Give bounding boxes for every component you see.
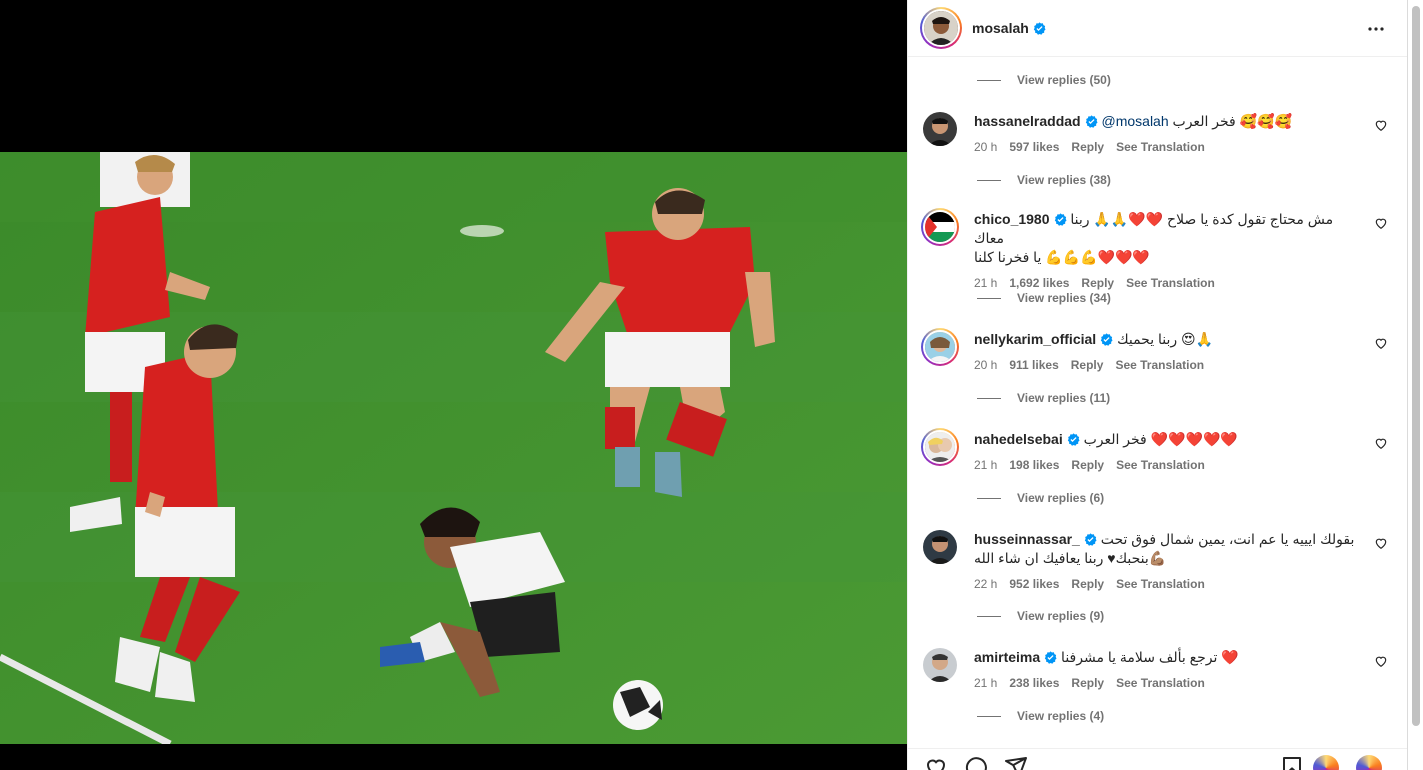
view-replies-button[interactable]: View replies (11) bbox=[977, 391, 1110, 405]
liker-avatar[interactable] bbox=[1356, 755, 1382, 770]
post-header: mosalah bbox=[908, 0, 1408, 57]
liker-avatar[interactable] bbox=[1313, 755, 1339, 770]
verified-badge-icon bbox=[1100, 333, 1113, 346]
view-replies-button[interactable]: View replies (6) bbox=[977, 491, 1104, 505]
reply-button[interactable]: Reply bbox=[1071, 456, 1104, 475]
view-replies-button[interactable]: View replies (38) bbox=[977, 173, 1111, 187]
commenter-avatar[interactable] bbox=[921, 428, 959, 466]
comment-username[interactable]: amirteima bbox=[974, 649, 1040, 665]
heart-icon[interactable] bbox=[1374, 336, 1388, 350]
heart-icon[interactable] bbox=[1374, 654, 1388, 668]
commenter-avatar[interactable] bbox=[923, 530, 957, 564]
comment-likes[interactable]: 952 likes bbox=[1009, 575, 1059, 594]
see-translation-button[interactable]: See Translation bbox=[1116, 575, 1205, 594]
reply-button[interactable]: Reply bbox=[1071, 575, 1104, 594]
comment-time[interactable]: 20 h bbox=[974, 356, 997, 375]
comment-icon[interactable] bbox=[964, 755, 988, 770]
comment-username[interactable]: chico_1980 bbox=[974, 211, 1050, 227]
view-replies-label: View replies (50) bbox=[1017, 73, 1111, 87]
verified-badge-icon bbox=[1044, 651, 1057, 664]
comment-text: ترجع بألف سلامة يا مشرفنا ❤️ bbox=[1061, 649, 1239, 665]
heart-icon[interactable] bbox=[1374, 216, 1388, 230]
see-translation-button[interactable]: See Translation bbox=[1126, 274, 1215, 293]
scrollbar-thumb[interactable] bbox=[1412, 6, 1420, 726]
heart-icon[interactable] bbox=[1374, 436, 1388, 450]
verified-badge-icon bbox=[1033, 21, 1046, 35]
post-actions-bar bbox=[908, 748, 1408, 770]
view-replies-label: View replies (6) bbox=[1017, 491, 1105, 505]
post-media bbox=[0, 0, 907, 770]
comment-likes[interactable]: 911 likes bbox=[1009, 356, 1058, 375]
comment-likes[interactable]: 597 likes bbox=[1009, 138, 1059, 157]
comment-time[interactable]: 20 h bbox=[974, 138, 997, 157]
reply-button[interactable]: Reply bbox=[1071, 138, 1104, 157]
view-replies-label: View replies (11) bbox=[1017, 391, 1111, 405]
comment-text: ربنا يحميك 😍🙏 bbox=[1117, 331, 1214, 347]
verified-badge-icon bbox=[1054, 213, 1067, 226]
share-icon[interactable] bbox=[1004, 755, 1028, 770]
comment-text: فخر العرب 🥰🥰🥰 bbox=[1172, 113, 1292, 129]
scrollbar[interactable] bbox=[1407, 0, 1423, 770]
verified-badge-icon bbox=[1084, 533, 1097, 546]
comment-username[interactable]: husseinnassar_ bbox=[974, 531, 1080, 547]
comment-time[interactable]: 22 h bbox=[974, 575, 997, 594]
heart-icon[interactable] bbox=[924, 755, 948, 770]
comment-text: فخر العرب ❤️❤️❤️❤️❤️ bbox=[1083, 431, 1238, 447]
comment-text-line2: يا فخرنا كلنا 💪💪💪❤️❤️❤️ bbox=[974, 249, 1150, 265]
post-detail-panel: mosalah View replies (50) hassanelraddad… bbox=[907, 0, 1408, 770]
view-replies-label: View replies (38) bbox=[1017, 173, 1111, 187]
comment-text-line2: بنحبك♥ ربنا يعافيك ان شاء الله💪🏽 bbox=[974, 550, 1167, 566]
author-username[interactable]: mosalah bbox=[972, 20, 1029, 36]
comments-list: View replies (50) hassanelraddad @mosala… bbox=[908, 57, 1408, 747]
commenter-avatar[interactable] bbox=[921, 208, 959, 246]
post-photo[interactable] bbox=[0, 152, 907, 744]
verified-badge-icon bbox=[1085, 115, 1098, 128]
comment-username[interactable]: nahedelsebai bbox=[974, 431, 1063, 447]
commenter-avatar[interactable] bbox=[923, 648, 957, 682]
see-translation-button[interactable]: See Translation bbox=[1115, 356, 1204, 375]
heart-icon[interactable] bbox=[1374, 536, 1388, 550]
commenter-avatar[interactable] bbox=[921, 328, 959, 366]
bookmark-icon[interactable] bbox=[1280, 755, 1304, 770]
view-replies-label: View replies (34) bbox=[1017, 291, 1111, 305]
see-translation-button[interactable]: See Translation bbox=[1116, 138, 1205, 157]
view-replies-button[interactable]: View replies (50) bbox=[977, 73, 1111, 87]
author-avatar[interactable] bbox=[920, 7, 962, 49]
reply-button[interactable]: Reply bbox=[1071, 356, 1104, 375]
heart-icon[interactable] bbox=[1374, 118, 1388, 132]
comment-username[interactable]: hassanelraddad bbox=[974, 113, 1081, 129]
comment-likes[interactable]: 198 likes bbox=[1009, 456, 1059, 475]
comment-likes[interactable]: 238 likes bbox=[1009, 674, 1059, 693]
see-translation-button[interactable]: See Translation bbox=[1116, 456, 1205, 475]
view-replies-label: View replies (4) bbox=[1017, 709, 1105, 723]
view-replies-button[interactable]: View replies (34) bbox=[977, 291, 1111, 305]
comment-time[interactable]: 21 h bbox=[974, 674, 997, 693]
reply-button[interactable]: Reply bbox=[1071, 674, 1104, 693]
view-replies-button[interactable]: View replies (9) bbox=[977, 609, 1104, 623]
commenter-avatar[interactable] bbox=[923, 112, 957, 146]
see-translation-button[interactable]: See Translation bbox=[1116, 674, 1205, 693]
verified-badge-icon bbox=[1067, 433, 1080, 446]
view-replies-label: View replies (9) bbox=[1017, 609, 1105, 623]
comment-time[interactable]: 21 h bbox=[974, 456, 997, 475]
view-replies-button[interactable]: View replies (4) bbox=[977, 709, 1104, 723]
comment-username[interactable]: nellykarim_official bbox=[974, 331, 1096, 347]
comment-text: بقولك ايييه يا عم انت، يمين شمال فوق تحت bbox=[1100, 531, 1355, 547]
more-options-icon[interactable] bbox=[1364, 17, 1388, 41]
comment-mention[interactable]: @mosalah bbox=[1102, 113, 1169, 129]
